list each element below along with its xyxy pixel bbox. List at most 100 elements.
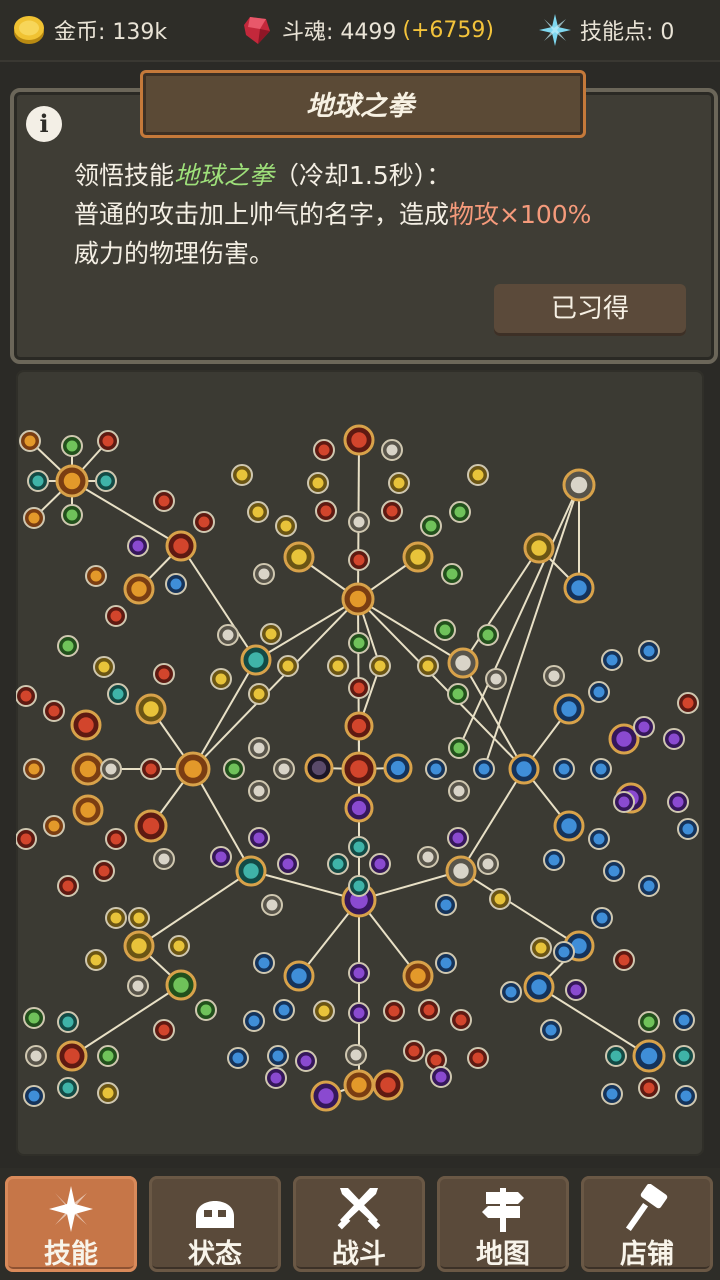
skill-node[interactable] <box>57 1077 79 1099</box>
skill-node[interactable] <box>447 647 479 679</box>
skill-node[interactable] <box>348 511 370 533</box>
skill-node[interactable] <box>381 500 403 522</box>
skill-node[interactable] <box>127 535 149 557</box>
skill-node[interactable] <box>348 875 370 897</box>
skill-node[interactable] <box>343 424 375 456</box>
skill-node[interactable] <box>277 853 299 875</box>
skill-node[interactable] <box>105 605 127 627</box>
skill-node[interactable] <box>85 949 107 971</box>
skill-node[interactable] <box>283 541 315 573</box>
skill-node[interactable] <box>267 1045 289 1067</box>
skill-node[interactable] <box>417 846 439 868</box>
skill-node[interactable] <box>348 962 370 984</box>
skill-node[interactable] <box>275 515 297 537</box>
skill-node[interactable] <box>403 1040 425 1062</box>
skill-node[interactable] <box>638 1077 660 1099</box>
skill-node[interactable] <box>313 439 335 461</box>
skill-node[interactable] <box>667 791 689 813</box>
skill-node[interactable] <box>43 700 65 722</box>
skill-node[interactable] <box>128 907 150 929</box>
skill-node[interactable] <box>61 504 83 526</box>
skill-node[interactable] <box>345 1044 367 1066</box>
skill-node[interactable] <box>638 875 660 897</box>
skill-node[interactable] <box>500 981 522 1003</box>
skill-node[interactable] <box>523 971 555 1003</box>
tab-skills[interactable]: 技能 <box>5 1176 137 1272</box>
skill-node[interactable] <box>61 435 83 457</box>
skill-node[interactable] <box>195 999 217 1021</box>
skill-node[interactable] <box>134 809 168 843</box>
skill-node[interactable] <box>435 952 457 974</box>
skill-node[interactable] <box>72 794 104 826</box>
skill-node[interactable] <box>93 656 115 678</box>
skill-node[interactable] <box>253 952 275 974</box>
skill-node[interactable] <box>56 1040 88 1072</box>
skill-node[interactable] <box>447 683 469 705</box>
skill-node[interactable] <box>243 1010 265 1032</box>
skill-node[interactable] <box>344 711 374 741</box>
skill-node[interactable] <box>265 1067 287 1089</box>
skill-node[interactable] <box>553 810 585 842</box>
skill-node[interactable] <box>16 828 37 850</box>
skill-node[interactable] <box>57 635 79 657</box>
skill-node[interactable] <box>543 849 565 871</box>
skill-node[interactable] <box>601 1083 623 1105</box>
skill-node[interactable] <box>153 848 175 870</box>
skill-node[interactable] <box>603 860 625 882</box>
skill-node[interactable] <box>168 935 190 957</box>
skill-node[interactable] <box>675 1085 697 1107</box>
skill-node[interactable] <box>450 1009 472 1031</box>
info-icon[interactable]: i <box>26 106 62 142</box>
skill-node[interactable] <box>153 1019 175 1041</box>
skill-node[interactable] <box>57 1011 79 1033</box>
skill-node[interactable] <box>449 501 471 523</box>
skill-node[interactable] <box>23 1085 45 1107</box>
skill-node[interactable] <box>97 1045 119 1067</box>
skill-node[interactable] <box>348 632 370 654</box>
skill-node[interactable] <box>477 853 499 875</box>
skill-node[interactable] <box>402 960 434 992</box>
skill-node[interactable] <box>448 780 470 802</box>
skill-node[interactable] <box>97 1082 119 1104</box>
skill-node[interactable] <box>523 532 555 564</box>
skill-node[interactable] <box>590 758 612 780</box>
skill-node[interactable] <box>105 828 127 850</box>
skill-node[interactable] <box>383 753 413 783</box>
skill-node[interactable] <box>588 828 610 850</box>
skill-node[interactable] <box>588 681 610 703</box>
skill-node[interactable] <box>530 937 552 959</box>
skill-node[interactable] <box>601 649 623 671</box>
skill-node[interactable] <box>248 683 270 705</box>
skill-node[interactable] <box>19 430 41 452</box>
skill-node[interactable] <box>417 655 439 677</box>
skill-node[interactable] <box>430 1066 452 1088</box>
skill-node[interactable] <box>563 572 595 604</box>
skill-node[interactable] <box>372 1069 404 1101</box>
skill-node[interactable] <box>310 1080 342 1112</box>
skill-node[interactable] <box>467 1047 489 1069</box>
skill-node[interactable] <box>247 501 269 523</box>
skill-node[interactable] <box>435 894 457 916</box>
skill-node[interactable] <box>248 827 270 849</box>
skill-node[interactable] <box>477 624 499 646</box>
skill-node[interactable] <box>260 623 282 645</box>
skill-node[interactable] <box>327 655 349 677</box>
skill-node[interactable] <box>231 464 253 486</box>
skill-node[interactable] <box>85 565 107 587</box>
skill-node[interactable] <box>175 751 211 787</box>
skill-node[interactable] <box>441 563 463 585</box>
skill-node[interactable] <box>210 846 232 868</box>
skill-node[interactable] <box>543 665 565 687</box>
skill-node[interactable] <box>348 1002 370 1024</box>
skill-node[interactable] <box>388 472 410 494</box>
skill-node[interactable] <box>55 464 89 498</box>
skill-node[interactable] <box>23 1007 45 1029</box>
skill-node[interactable] <box>673 1009 695 1031</box>
skill-node[interactable] <box>273 758 295 780</box>
skill-node[interactable] <box>348 836 370 858</box>
skill-node[interactable] <box>253 563 275 585</box>
skill-node[interactable] <box>140 758 162 780</box>
skill-node[interactable] <box>677 818 699 840</box>
skill-node[interactable] <box>304 753 334 783</box>
skill-node[interactable] <box>165 530 197 562</box>
